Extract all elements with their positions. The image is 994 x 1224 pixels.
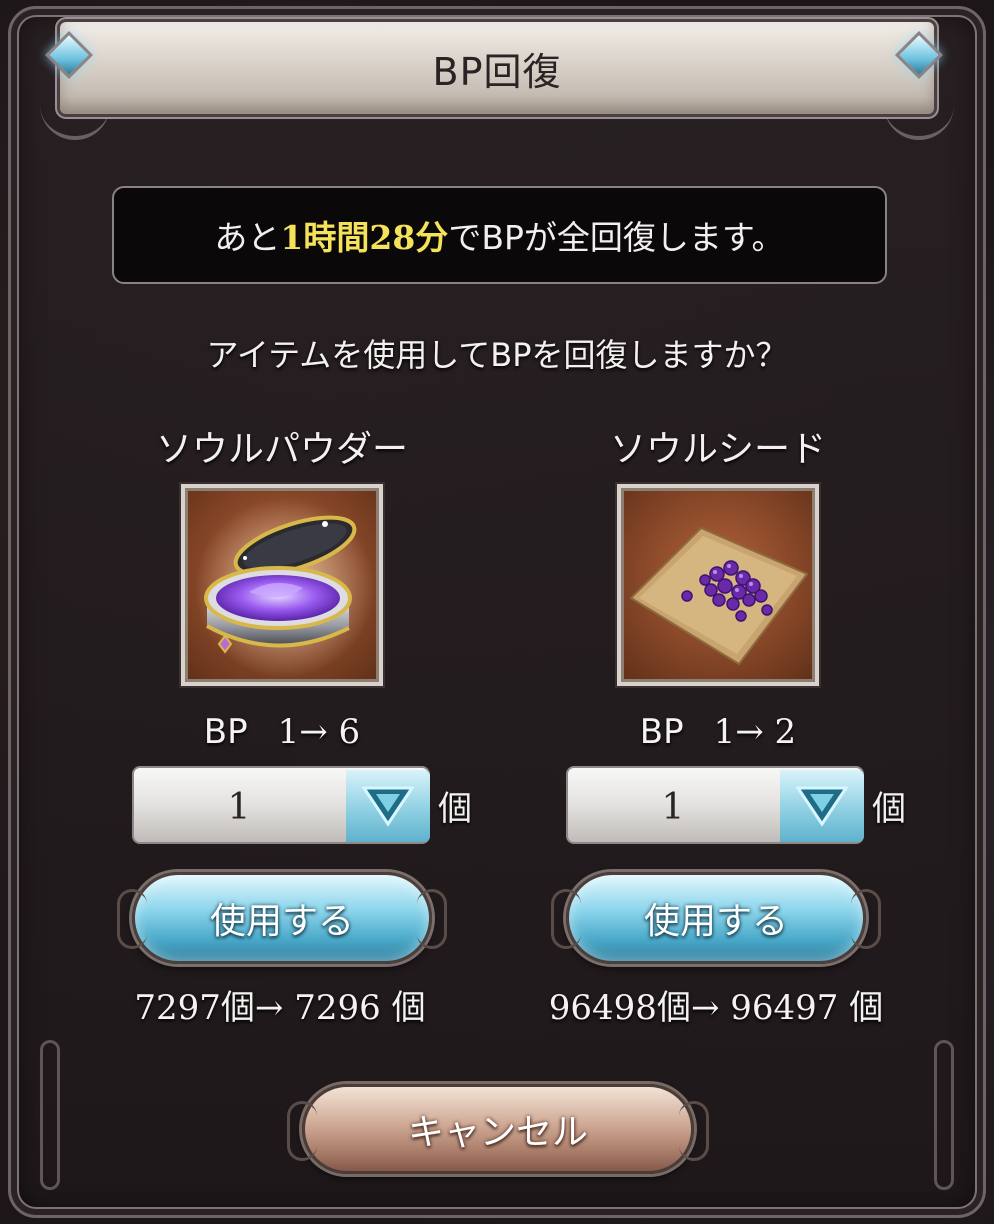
item-column-soul-seed: ソウルシード BP 1→ 2 [548,420,888,752]
info-prefix: あと [214,218,281,257]
quantity-value: 1 [227,786,251,828]
bp-label: BP [639,712,684,752]
use-button-label: 使用する [209,901,354,942]
stock-change-soul-powder: 7297個→ 7296 個 [134,988,426,1028]
quantity-value: 1 [661,786,685,828]
frame-ornament-right [934,1040,954,1190]
button-ornament [417,889,447,949]
button-ornament [287,1101,317,1161]
title-banner: BP回復 [60,22,934,114]
cancel-button-label: キャンセル [407,1112,588,1153]
use-soul-powder-button[interactable]: 使用する [117,872,447,964]
bp-change-text: BP 1→ 6 [112,712,452,752]
cancel-button[interactable]: キャンセル [287,1084,709,1174]
button-ornament [551,889,581,949]
dialog-title: BP回復 [432,49,562,94]
use-soul-seed-button[interactable]: 使用する [551,872,881,964]
button-ornament [679,1101,709,1161]
item-column-soul-powder: ソウルパウダー BP 1→ 6 [112,420,452,752]
use-button-label: 使用する [643,901,788,942]
use-item-question: アイテムを使用してBPを回復しますか？ [206,336,788,374]
stock-change-soul-seed: 96498個→ 96497 個 [548,988,884,1028]
recovery-time-info: あと 1時間28分 でBPが全回復します。 [112,186,887,284]
button-ornament [851,889,881,949]
dropdown-arrow-icon[interactable] [780,770,864,842]
item-name: ソウルシード [609,429,826,470]
quantity-dropdown[interactable]: 1 [132,766,430,844]
button-ornament [117,889,147,949]
soul-seed-icon [617,484,819,686]
item-name: ソウルパウダー [155,429,408,470]
recovery-time-highlight: 1時間28分 [280,218,449,257]
bp-label: BP [203,712,248,752]
quantity-unit: 個 [438,788,472,829]
bp-change-text: BP 1→ 2 [548,712,888,752]
bp-change-value: 1→ 6 [277,712,361,752]
quantity-dropdown[interactable]: 1 [566,766,864,844]
dropdown-arrow-icon[interactable] [346,770,430,842]
frame-ornament-left [40,1040,60,1190]
info-suffix: でBPが全回復します。 [448,218,785,257]
soul-powder-icon [181,484,383,686]
bp-change-value: 1→ 2 [713,712,797,752]
quantity-unit: 個 [872,788,906,829]
